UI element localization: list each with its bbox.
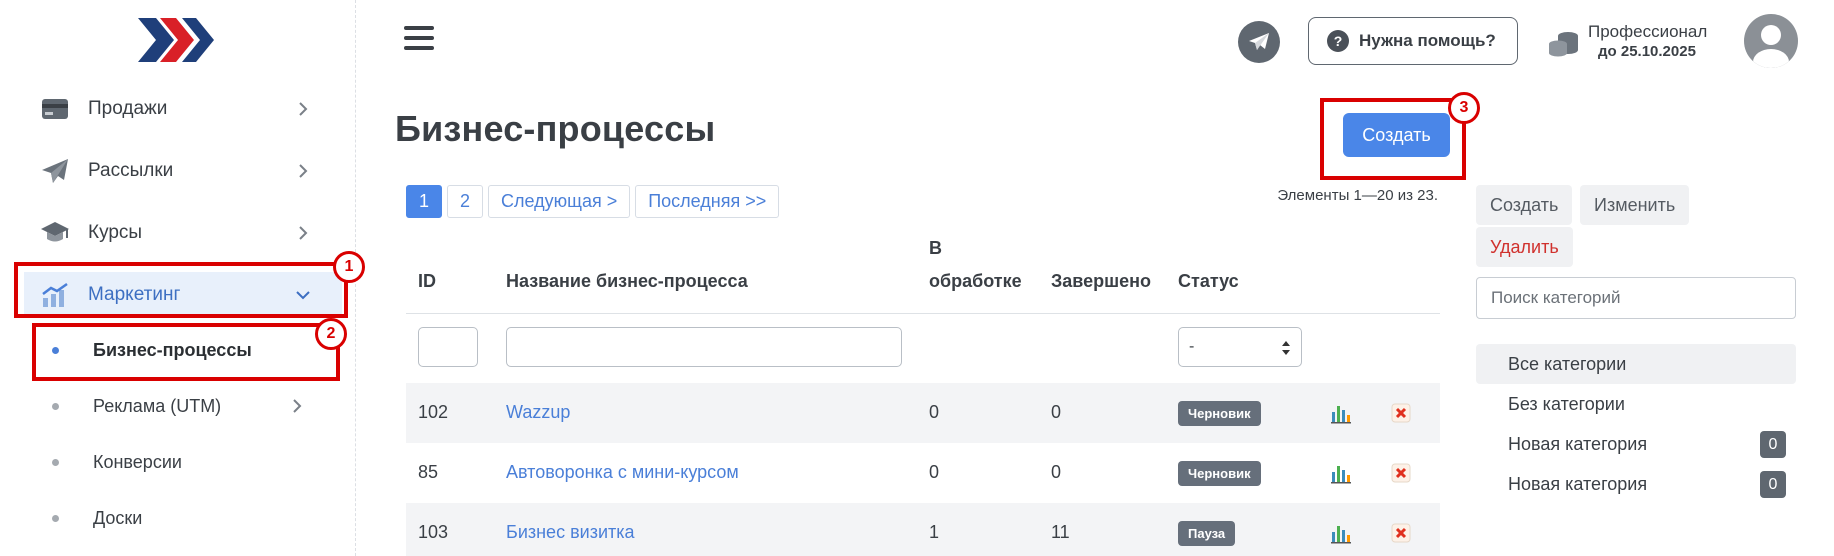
statistics-icon[interactable] <box>1330 462 1352 484</box>
highlight-box-2 <box>32 323 340 381</box>
category-delete-button[interactable]: Удалить <box>1476 227 1573 267</box>
row-id: 85 <box>418 462 439 482</box>
row-name-link[interactable]: Wazzup <box>506 402 570 423</box>
sidebar-item-courses[interactable]: Курсы <box>24 210 342 256</box>
category-label: Новая категория <box>1508 473 1648 494</box>
column-header-completed[interactable]: Завершено <box>1051 271 1151 292</box>
graduation-cap-icon <box>40 218 70 248</box>
category-label: Все категории <box>1508 353 1627 374</box>
help-button[interactable]: ? Нужна помощь? <box>1308 17 1518 65</box>
category-uncategorized[interactable]: Без категории <box>1476 384 1796 424</box>
sidebar-subitem-label: Конверсии <box>93 451 182 472</box>
user-avatar-icon <box>1753 25 1789 68</box>
select-arrows-icon <box>1282 341 1290 355</box>
sidebar-subitem-boards[interactable]: Доски <box>32 494 338 542</box>
sidebar-item-label: Рассылки <box>88 160 174 181</box>
card-icon <box>40 94 70 124</box>
chevron-right-icon <box>293 399 302 413</box>
coins-icon <box>1549 32 1578 57</box>
category-edit-button[interactable]: Изменить <box>1580 185 1690 225</box>
category-label: Новая категория <box>1508 433 1648 454</box>
row-name-link[interactable]: Автоворонка с мини-курсом <box>506 462 739 483</box>
sidebar-item-label: Курсы <box>88 222 143 243</box>
row-name-link[interactable]: Бизнес визитка <box>506 522 635 543</box>
annotation-badge-2: 2 <box>315 318 347 350</box>
page-2-button[interactable]: 2 <box>447 185 484 218</box>
sidebar-subitem-ads-utm[interactable]: Реклама (UTM) <box>32 382 338 430</box>
logo-icon[interactable] <box>136 16 216 64</box>
create-button[interactable]: Создать <box>1343 113 1450 157</box>
telegram-button[interactable] <box>1238 21 1280 63</box>
annotation-badge-3: 3 <box>1448 92 1480 124</box>
column-header-id[interactable]: ID <box>418 271 436 292</box>
delete-icon[interactable] <box>1390 462 1412 484</box>
help-label: Нужна помощь? <box>1359 31 1496 50</box>
row-in-progress: 0 <box>929 402 940 422</box>
table-row: 102 Wazzup 0 0 Черновик <box>406 383 1440 443</box>
status-badge: Пауза <box>1178 521 1236 546</box>
next-page-button[interactable]: Следующая > <box>488 185 631 218</box>
row-completed: 0 <box>1051 462 1062 482</box>
row-completed: 11 <box>1051 522 1070 542</box>
bullet-dot-icon <box>52 458 59 466</box>
status-badge: Черновик <box>1178 461 1261 486</box>
sidebar-subitem-label: Реклама (UTM) <box>93 395 222 416</box>
sidebar-subitem-label: Доски <box>93 507 143 528</box>
name-filter-input[interactable] <box>506 327 902 367</box>
column-header-name[interactable]: Название бизнес-процесса <box>506 271 748 292</box>
plan-expiry: до 25.10.2025 <box>1598 43 1696 60</box>
category-count-badge: 0 <box>1760 471 1786 498</box>
row-id: 103 <box>418 522 449 542</box>
sidebar-item-label: Продажи <box>88 98 168 119</box>
status-filter-value: - <box>1189 338 1195 355</box>
table-row: 85 Автоворонка с мини-курсом 0 0 Чернови… <box>406 443 1440 503</box>
bullet-dot-icon <box>52 402 59 410</box>
column-header-in-progress-line1[interactable]: В <box>929 238 942 259</box>
delete-icon[interactable] <box>1390 522 1412 544</box>
category-label: Без категории <box>1508 393 1625 414</box>
pagination: 1 2 Следующая > Последняя >> <box>406 185 780 218</box>
chevron-right-icon <box>299 164 308 178</box>
plan-name: Профессионал <box>1588 22 1708 41</box>
column-header-in-progress-line2[interactable]: обработке <box>929 271 1022 292</box>
chevron-right-icon <box>299 226 308 240</box>
page-1-button[interactable]: 1 <box>406 185 443 218</box>
highlight-box-1 <box>14 262 348 318</box>
annotation-badge-1: 1 <box>333 251 365 283</box>
menu-toggle-icon[interactable] <box>404 26 434 52</box>
sidebar-item-sales[interactable]: Продажи <box>24 86 342 132</box>
category-count-badge: 0 <box>1760 431 1786 458</box>
statistics-icon[interactable] <box>1330 522 1352 544</box>
category-all[interactable]: Все категории <box>1476 344 1796 384</box>
question-circle-icon: ? <box>1327 30 1349 52</box>
table-header-divider <box>406 313 1440 314</box>
tariff-plan[interactable]: Профессионал до 25.10.2025 <box>1548 22 1718 62</box>
row-completed: 0 <box>1051 402 1062 422</box>
column-header-status[interactable]: Статус <box>1178 271 1239 292</box>
last-page-button[interactable]: Последняя >> <box>635 185 780 218</box>
paper-plane-icon <box>40 156 70 186</box>
category-item[interactable]: Новая категория 0 <box>1476 424 1796 464</box>
sidebar-item-mailings[interactable]: Рассылки <box>24 148 342 194</box>
category-create-button[interactable]: Создать <box>1476 185 1573 225</box>
avatar[interactable] <box>1744 14 1798 68</box>
bullet-dot-icon <box>52 514 59 522</box>
table-row: 103 Бизнес визитка 1 11 Пауза <box>406 503 1440 556</box>
items-summary: Элементы 1—20 из 23. <box>1277 187 1438 204</box>
row-id: 102 <box>418 402 449 422</box>
category-search-input[interactable] <box>1476 277 1796 319</box>
page-title: Бизнес-процессы <box>395 108 716 149</box>
category-item[interactable]: Новая категория 0 <box>1476 464 1796 504</box>
chevron-right-icon <box>299 102 308 116</box>
telegram-icon <box>1249 33 1269 50</box>
status-filter-select[interactable]: - <box>1178 327 1302 367</box>
sidebar-subitem-conversions[interactable]: Конверсии <box>32 438 338 486</box>
row-in-progress: 0 <box>929 462 940 482</box>
statistics-icon[interactable] <box>1330 402 1352 424</box>
delete-icon[interactable] <box>1390 402 1412 424</box>
row-in-progress: 1 <box>929 522 940 542</box>
id-filter-input[interactable] <box>418 327 478 367</box>
status-badge: Черновик <box>1178 401 1261 426</box>
